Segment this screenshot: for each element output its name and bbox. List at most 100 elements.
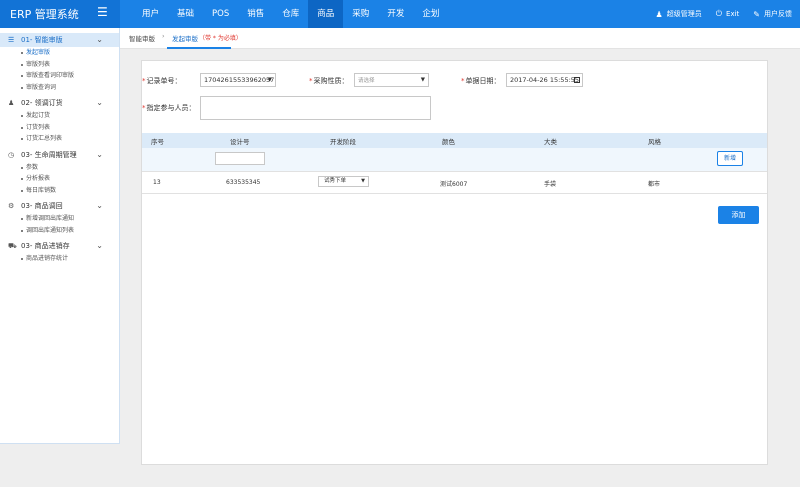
caret-down-icon: ▼ <box>361 178 365 184</box>
sidebar-item-order-summary[interactable]: 订货汇总列表 <box>0 133 119 145</box>
chevron-down-icon: ⌄ <box>96 241 103 250</box>
exit-button[interactable]: ⏻ Exit <box>716 9 740 19</box>
sidebar: ☰ 01- 智能审版 ⌄ 发起审版 审版列表 审版查看词印审版 审版查询词 ♟ … <box>0 28 120 444</box>
chevron-right-icon: › <box>162 32 165 40</box>
sidebar-group-label: 02- 领调订货 <box>21 99 63 107</box>
sidebar-group-header[interactable]: ♟ 02- 领调订货 ⌄ <box>0 96 119 110</box>
required-mark: * <box>142 77 146 85</box>
breadcrumb-parent[interactable]: 智能审版 <box>129 33 155 43</box>
participants-input[interactable] <box>200 96 431 120</box>
calendar-icon[interactable] <box>574 77 580 83</box>
nav-item-planning[interactable]: 企划 <box>413 0 448 28</box>
th-design-no: 设计号 <box>230 138 250 146</box>
nav-item-sales[interactable]: 销售 <box>238 0 273 28</box>
design-no-filter-input[interactable] <box>215 152 265 165</box>
sidebar-item-review-list[interactable]: 审版列表 <box>0 59 119 71</box>
app-title: ERP 管理系统 <box>10 8 79 21</box>
record-no-select[interactable]: 170426155339620571 ▼ <box>200 73 276 87</box>
new-row-button[interactable]: 新增 <box>717 151 743 166</box>
sidebar-item-recall-list[interactable]: 调回出库通知列表 <box>0 225 119 237</box>
caret-down-icon: ▼ <box>420 77 425 83</box>
record-no-label: *记录单号： <box>142 77 182 85</box>
active-tab-indicator <box>167 47 231 49</box>
sidebar-group-lifecycle: ◷ 03- 生命周期管理 ⌄ 参数 分析报表 每日库销数 <box>0 148 119 197</box>
user-menu[interactable]: ♟ 超级管理员 <box>656 9 702 19</box>
form-card: *记录单号： 170426155339620571 ▼ *采购性质： 请选择 ▼… <box>141 60 768 465</box>
person-icon: ♟ <box>8 99 15 107</box>
feedback-label: 用户反馈 <box>764 10 792 18</box>
sidebar-group-label: 03- 商品进销存 <box>21 242 70 250</box>
required-mark: * <box>309 77 313 85</box>
record-no-value: 170426155339620571 <box>204 76 276 84</box>
sidebar-item-order-list[interactable]: 订货列表 <box>0 122 119 134</box>
sidebar-group-recall: ⚙ 03- 商品调回 ⌄ 新增调回出库通知 调回出库通知列表 <box>0 199 119 236</box>
sidebar-group-header[interactable]: ⛟ 03- 商品进销存 ⌄ <box>0 239 119 253</box>
required-mark: * <box>461 77 465 85</box>
main-content: 智能审版 › 发起审版 （带 * 为必填） *记录单号： 17042615533… <box>120 28 800 487</box>
doc-date-label: *单据日期： <box>461 77 501 85</box>
user-icon: ♟ <box>655 9 663 19</box>
purchase-type-select[interactable]: 请选择 ▼ <box>354 73 429 87</box>
cell-category: 手袋 <box>544 181 557 188</box>
brand: ERP 管理系统 ☰ <box>0 0 120 28</box>
exit-label: Exit <box>726 10 740 18</box>
doc-date-value: 2017-04-26 15:55:55 <box>510 76 580 84</box>
participants-label: *指定参与人员： <box>142 104 196 112</box>
sidebar-item-start-order[interactable]: 发起订货 <box>0 110 119 122</box>
sidebar-group-header[interactable]: ◷ 03- 生命周期管理 ⌄ <box>0 148 119 162</box>
list-icon: ☰ <box>8 36 15 44</box>
sidebar-group-label: 01- 智能审版 <box>21 36 63 44</box>
nav-item-base[interactable]: 基础 <box>168 0 203 28</box>
chevron-down-icon: ⌄ <box>96 149 103 159</box>
clock-icon: ◷ <box>8 150 15 159</box>
cart-icon: ⛟ <box>8 242 17 250</box>
stage-value: 试秀下单 <box>324 178 347 184</box>
top-right-tools: ♟ 超级管理员 ⏻ Exit ✎ 用户反馈 <box>656 0 792 28</box>
purchase-type-label: *采购性质： <box>309 77 349 85</box>
cell-style: 都市 <box>648 181 661 188</box>
chevron-down-icon: ⌄ <box>96 201 103 210</box>
doc-date-input[interactable]: 2017-04-26 15:55:55 <box>506 73 583 87</box>
table-header: 序号 设计号 开发阶段 颜色 大类 风格 <box>142 133 767 148</box>
sidebar-group-header[interactable]: ⚙ 03- 商品调回 ⌄ <box>0 199 119 213</box>
sidebar-group-label: 03- 生命周期管理 <box>21 150 77 159</box>
stage-select[interactable]: 试秀下单 ▼ <box>318 176 369 187</box>
sidebar-group-smart-review: ☰ 01- 智能审版 ⌄ 发起审版 审版列表 审版查看词印审版 审版查询词 <box>0 33 119 93</box>
required-note: （带 * 为必填） <box>199 35 242 42</box>
nav-item-goods[interactable]: 商品 <box>308 0 344 28</box>
user-name: 超级管理员 <box>666 10 702 18</box>
th-color: 颜色 <box>442 138 455 146</box>
edit-icon: ✎ <box>753 9 760 19</box>
sidebar-item-inventory-stats[interactable]: 商品进销存统计 <box>0 253 119 265</box>
cell-seq: 13 <box>153 179 161 186</box>
nav-item-develop[interactable]: 开发 <box>378 0 413 28</box>
sidebar-item-start-review[interactable]: 发起审版 <box>0 47 119 59</box>
sidebar-item-review-print[interactable]: 审版查看词印审版 <box>0 70 119 82</box>
cell-color: 测试6007 <box>440 181 468 188</box>
gear-icon: ⚙ <box>8 202 15 210</box>
required-mark: * <box>142 104 146 112</box>
menu-toggle-icon[interactable]: ☰ <box>97 5 108 19</box>
nav-item-user[interactable]: 用户 <box>133 0 168 28</box>
sidebar-group-header[interactable]: ☰ 01- 智能审版 ⌄ <box>0 33 119 47</box>
add-button[interactable]: 添加 <box>718 206 759 224</box>
top-bar: ERP 管理系统 ☰ 用户 基础 POS 销售 仓库 商品 采购 开发 企划 ♟… <box>0 0 800 28</box>
feedback-button[interactable]: ✎ 用户反馈 <box>753 9 792 19</box>
th-style: 风格 <box>648 138 661 146</box>
sidebar-item-review-query[interactable]: 审版查询词 <box>0 82 119 94</box>
nav-item-warehouse[interactable]: 仓库 <box>273 0 308 28</box>
chevron-down-icon: ⌄ <box>96 35 103 44</box>
sidebar-item-daily-stock[interactable]: 每日库销数 <box>0 185 119 197</box>
main-nav: 用户 基础 POS 销售 仓库 商品 采购 开发 企划 <box>133 0 448 28</box>
breadcrumb-current[interactable]: 发起审版 <box>172 33 198 43</box>
nav-item-purchase[interactable]: 采购 <box>343 0 378 28</box>
table-row: 13 633535345 试秀下单 ▼ 测试6007 手袋 都市 <box>142 172 767 194</box>
nav-item-pos[interactable]: POS <box>203 0 238 28</box>
chevron-down-icon: ⌄ <box>96 98 103 107</box>
purchase-type-placeholder: 请选择 <box>358 78 375 84</box>
sidebar-item-analysis-report[interactable]: 分析报表 <box>0 173 119 185</box>
sidebar-item-new-recall[interactable]: 新增调回出库通知 <box>0 213 119 225</box>
th-stage: 开发阶段 <box>330 138 356 146</box>
sidebar-item-params[interactable]: 参数 <box>0 162 119 174</box>
breadcrumb: 智能审版 › 发起审版 （带 * 为必填） <box>120 28 800 49</box>
